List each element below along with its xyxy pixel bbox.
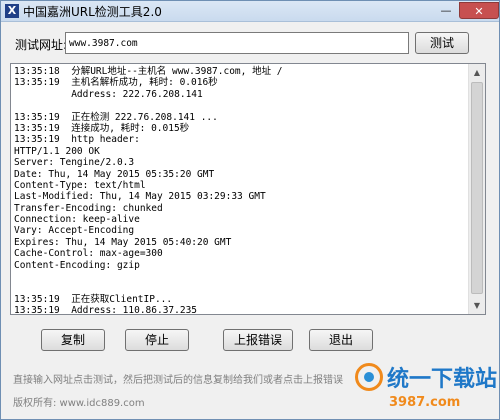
- watermark-name: 统一下载站: [387, 367, 498, 392]
- log-line: 13:35:19 Address: 110.86.37.235: [14, 305, 198, 314]
- exit-button[interactable]: 退出: [309, 329, 373, 351]
- test-button[interactable]: 测试: [415, 32, 469, 54]
- watermark: 统一下载站 3987.com: [353, 357, 499, 419]
- log-line: 13:35:18 分解URL地址--主机名 www.3987.com, 地址 /: [14, 66, 283, 77]
- log-line: Content-Encoding: gzip: [14, 259, 140, 271]
- window-title: 中国嘉洲URL检测工具2.0: [23, 5, 162, 19]
- log-line: Connection: keep-alive: [14, 214, 140, 226]
- log-line: HTTP/1.1 200 OK: [14, 145, 100, 157]
- app-icon: X: [5, 4, 19, 18]
- log-line: Expires: Thu, 14 May 2015 05:40:20 GMT: [14, 236, 232, 248]
- log-line: Date: Thu, 14 May 2015 05:35:20 GMT: [14, 168, 215, 180]
- copy-button[interactable]: 复制: [41, 329, 105, 351]
- hint-text: 直接输入网址点击测试，然后把测试后的信息复制给我们或者点击上报错误: [13, 375, 343, 386]
- log-line: Transfer-Encoding: chunked: [14, 202, 163, 214]
- log-scrollbar[interactable]: ▲ ▼: [468, 64, 485, 314]
- log-line: 13:35:19 主机名解析成功, 耗时: 0.016秒: [14, 77, 218, 89]
- stop-button[interactable]: 停止: [125, 329, 189, 351]
- watermark-domain: 3987.com: [389, 395, 461, 410]
- log-line: Vary: Accept-Encoding: [14, 225, 135, 237]
- app-window: X 中国嘉洲URL检测工具2.0 — ✕ 测试网址: 测试 13:35:18 分…: [0, 0, 500, 420]
- scroll-down-icon[interactable]: ▼: [469, 297, 485, 314]
- log-line: Address: 222.76.208.141: [14, 88, 203, 100]
- url-input[interactable]: [65, 32, 409, 54]
- watermark-logo-icon: [355, 363, 383, 391]
- log-line: 13:35:19 连接成功, 耗时: 0.015秒: [14, 122, 190, 134]
- log-line: Last-Modified: Thu, 14 May 2015 03:29:33…: [14, 191, 266, 203]
- scroll-thumb[interactable]: [471, 82, 483, 294]
- log-line: Content-Type: text/html: [14, 179, 146, 191]
- title-bar[interactable]: X 中国嘉洲URL检测工具2.0 — ✕: [1, 1, 499, 22]
- minimize-button[interactable]: —: [433, 2, 459, 19]
- url-label: 测试网址:: [15, 38, 68, 52]
- log-line: 13:35:19 正在获取ClientIP...: [14, 293, 173, 305]
- scroll-up-icon[interactable]: ▲: [469, 64, 485, 81]
- log-line: 13:35:19 http header:: [14, 134, 140, 146]
- report-error-button[interactable]: 上报错误: [223, 329, 293, 351]
- log-line: 13:35:19 正在检测 222.76.208.141 ...: [14, 111, 218, 123]
- log-output[interactable]: 13:35:18 分解URL地址--主机名 www.3987.com, 地址 /…: [10, 63, 486, 315]
- copyright-text: 版权所有: www.idc889.com: [13, 398, 145, 409]
- log-line: Server: Tengine/2.0.3: [14, 157, 135, 169]
- close-button[interactable]: ✕: [459, 2, 499, 19]
- log-lines: 13:35:18 分解URL地址--主机名 www.3987.com, 地址 /…: [11, 64, 468, 314]
- log-line: Cache-Control: max-age=300: [14, 248, 163, 260]
